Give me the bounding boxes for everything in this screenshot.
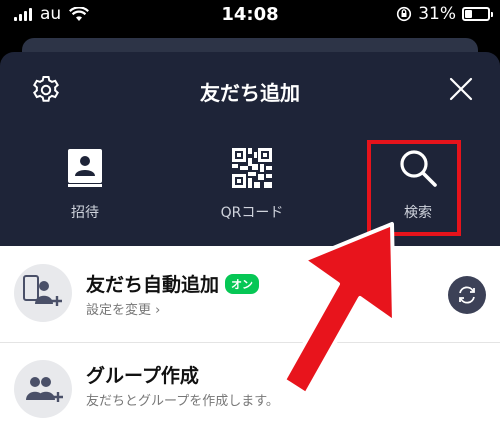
refresh-button[interactable] bbox=[448, 276, 486, 314]
auto-add-avatar bbox=[14, 264, 72, 322]
auto-add-title: 友だち自動追加 オン bbox=[86, 270, 260, 297]
refresh-icon bbox=[459, 286, 475, 304]
battery-percent: 31% bbox=[418, 4, 456, 24]
qr-code-button[interactable]: QRコード bbox=[192, 148, 312, 222]
group-avatar bbox=[14, 360, 72, 418]
change-settings-link[interactable]: 設定を変更 › bbox=[86, 299, 160, 318]
status-bar: au 14:08 31% bbox=[0, 0, 500, 30]
friend-options-list: 友だち自動追加 オン 設定を変更 › bbox=[0, 246, 500, 442]
invite-button[interactable]: 招待 bbox=[25, 148, 145, 222]
orientation-lock-icon bbox=[397, 6, 412, 22]
create-group-title: グループ作成 bbox=[86, 365, 199, 387]
annotation-arrow bbox=[282, 222, 396, 396]
phone-add-user-icon bbox=[23, 275, 62, 306]
battery-icon bbox=[462, 7, 493, 21]
page-title: 友だち追加 bbox=[200, 81, 300, 105]
close-icon[interactable] bbox=[448, 76, 474, 102]
invite-label: 招待 bbox=[71, 205, 99, 221]
add-group-icon bbox=[26, 377, 63, 402]
on-badge: オン bbox=[225, 274, 260, 294]
list-item-auto-add[interactable]: 友だち自動追加 オン 設定を変更 › bbox=[0, 246, 500, 342]
contact-book-icon bbox=[68, 149, 102, 187]
create-group-subtitle: 友だちとグループを作成します。 bbox=[86, 394, 279, 409]
qr-code-icon bbox=[232, 148, 272, 188]
